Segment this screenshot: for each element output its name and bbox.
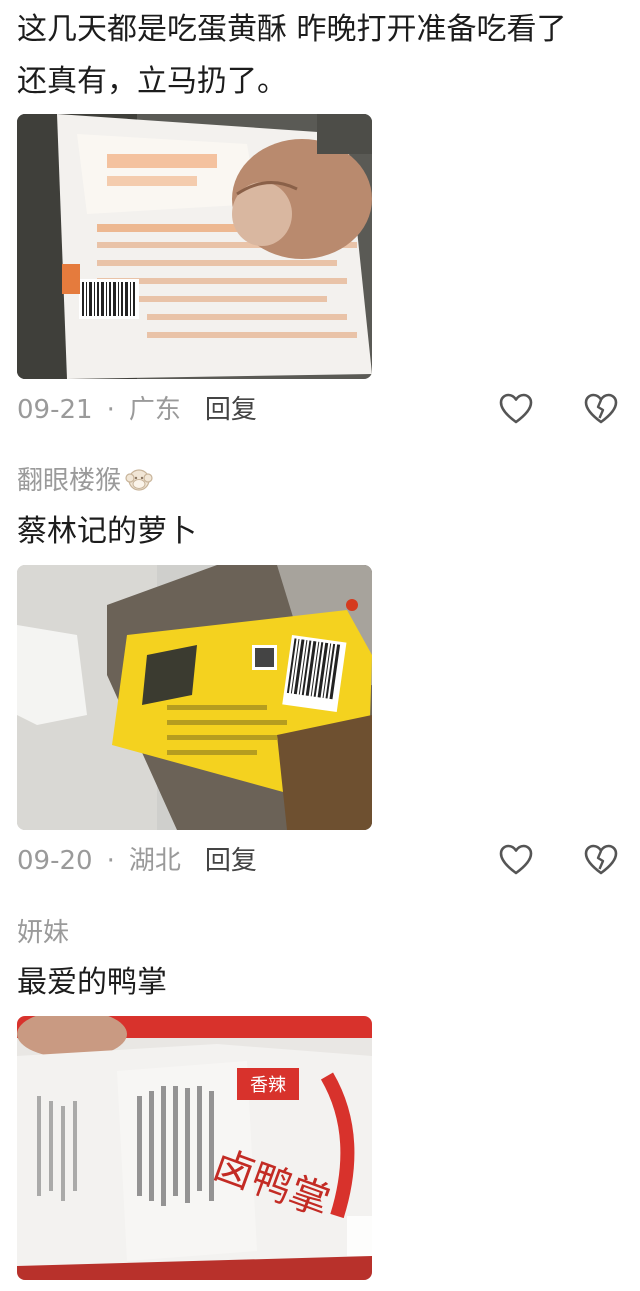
photo-stamp-label: 香辣 bbox=[250, 1075, 286, 1096]
comment-text-line: 蔡林记的萝卜 bbox=[17, 514, 197, 549]
reply-button[interactable]: 回复 bbox=[205, 395, 257, 425]
photo-package-image: 香辣 卤鸭掌 bbox=[17, 1016, 372, 1280]
comment-text-line-1: 这几天都是吃蛋黄酥 昨晚打开准备吃看了 bbox=[17, 12, 567, 47]
comment-photo-duck-feet-pack[interactable]: 香辣 卤鸭掌 bbox=[17, 1016, 372, 1280]
comment-region: 湖北 bbox=[128, 846, 181, 876]
comment-meta: 09-20 · 湖北 回复 bbox=[17, 844, 257, 878]
username-text[interactable]: 妍妹 bbox=[17, 918, 69, 948]
comment-photo-radish-pack[interactable] bbox=[17, 565, 372, 830]
comment-username[interactable]: 翻眼楼猴 bbox=[17, 464, 153, 498]
dislike-broken-heart-icon[interactable] bbox=[583, 842, 619, 878]
like-heart-icon[interactable] bbox=[498, 842, 534, 878]
monkey-emoji-icon bbox=[125, 465, 153, 493]
comment-date: 09-20 bbox=[17, 846, 93, 876]
comment-username[interactable]: 妍妹 bbox=[17, 916, 69, 950]
comment-region: 广东 bbox=[128, 395, 181, 425]
comment-meta: 09-21 · 广东 回复 bbox=[17, 393, 257, 427]
like-heart-icon[interactable] bbox=[498, 391, 534, 427]
dislike-broken-heart-icon[interactable] bbox=[583, 391, 619, 427]
username-text[interactable]: 翻眼楼猴 bbox=[17, 466, 121, 496]
separator-dot: · bbox=[106, 395, 115, 425]
photo-package-image bbox=[17, 114, 372, 379]
comment-photo-egg-yolk-pastry[interactable] bbox=[17, 114, 372, 379]
separator-dot: · bbox=[106, 846, 115, 876]
comment-date: 09-21 bbox=[17, 395, 93, 425]
photo-package-image bbox=[17, 565, 372, 830]
reply-button[interactable]: 回复 bbox=[205, 846, 257, 876]
comment-text-line-2: 还真有，立马扔了。 bbox=[17, 64, 287, 99]
comment-text-line: 最爱的鸭掌 bbox=[17, 965, 167, 1000]
